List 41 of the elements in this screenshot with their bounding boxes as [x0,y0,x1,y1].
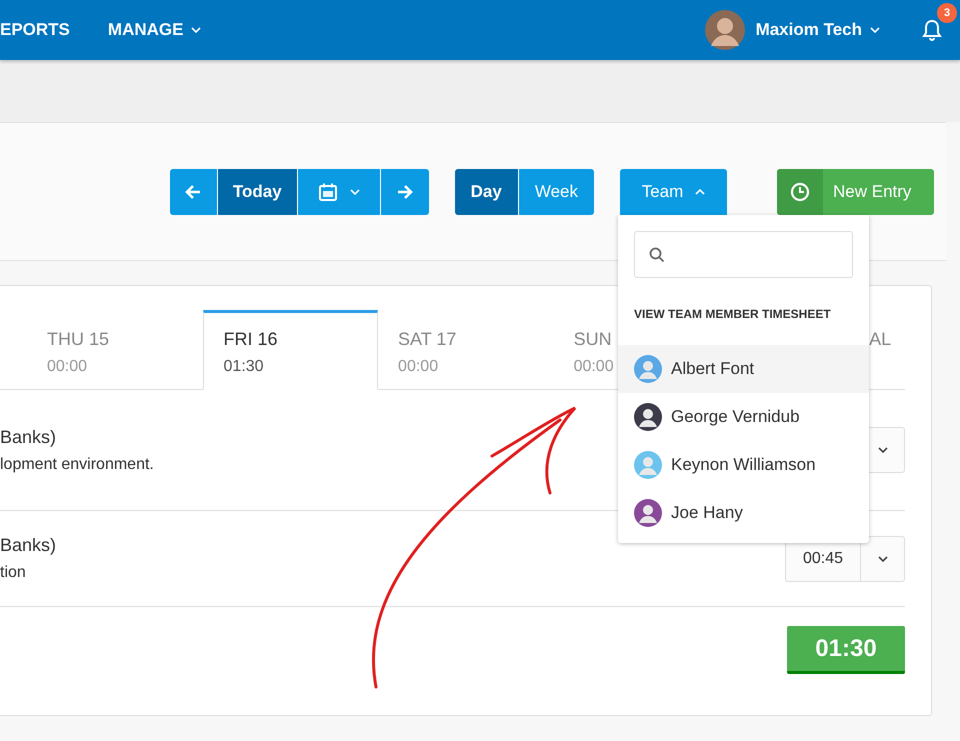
team-member-item[interactable]: Joe Hany [618,489,869,537]
entry-title: Banks) [0,426,58,448]
nav-link[interactable]: EPORTS [0,20,70,40]
caret-icon [870,27,880,33]
caret-icon [878,556,888,562]
team-member-item[interactable]: Albert Font [618,345,869,393]
avatar-icon [634,499,662,527]
today-button[interactable]: Today [218,169,298,215]
previous-button[interactable] [170,169,218,215]
notification-badge: 3 [937,3,957,23]
avatar-icon [634,355,662,383]
caret-icon [695,189,706,195]
left-arrow-icon [185,185,202,199]
nav-link[interactable]: MANAGE [108,20,202,40]
caret-icon [350,189,360,195]
avatar-icon [634,451,662,479]
menu-heading: VIEW TEAM MEMBER TIMESHEET [633,306,832,323]
next-button[interactable] [380,169,429,215]
clock-icon [790,182,810,202]
search-field[interactable] [634,231,853,278]
team-button[interactable]: Team [620,169,727,215]
total-time: 01:30 [787,626,905,674]
date-tab[interactable]: THU 15 00:00 [0,310,203,390]
team-member-item[interactable]: George Vernidub [618,393,869,441]
user-menu[interactable]: Maxiom Tech [756,20,880,40]
avatar-icon [634,403,662,431]
search-icon [649,246,665,262]
date-tab[interactable]: SAT 17 00:00 [378,310,554,390]
calendar-icon [318,182,338,202]
right-arrow-icon [396,185,413,199]
user-avatar[interactable] [704,10,745,50]
view-tab[interactable]: Week [518,169,594,215]
entry-title: Banks) [0,535,56,556]
calendar-button[interactable] [298,169,381,215]
entry-description: tion [0,564,27,582]
bell-icon[interactable] [920,18,944,42]
caret-icon [878,447,888,453]
date-tab[interactable]: FRI 16 01:30 [202,310,378,390]
team-member-item[interactable]: Keynon Williamson [618,441,869,489]
view-tab[interactable]: Day [454,169,519,215]
entry-description: lopment environment. [0,456,154,474]
